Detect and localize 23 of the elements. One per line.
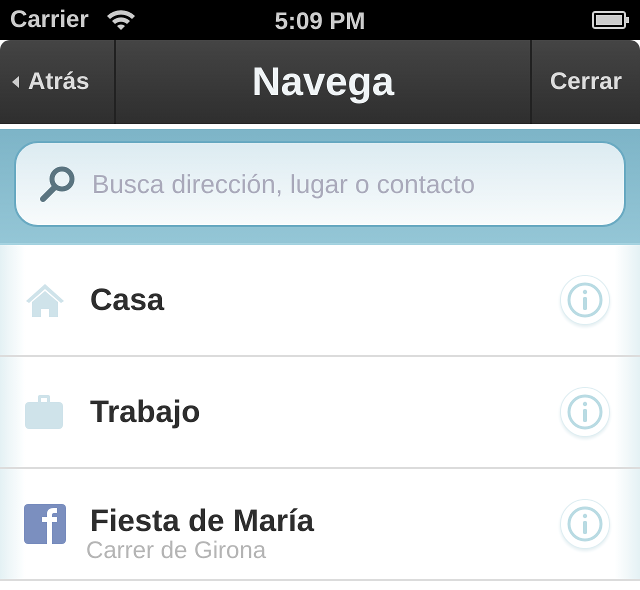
info-icon [566, 505, 604, 543]
place-row[interactable]: Fiesta de María Carrer de Girona [0, 469, 640, 581]
info-button[interactable] [560, 387, 610, 437]
carrier-label: Carrier [10, 5, 89, 35]
place-address: Carrer de Girona [86, 538, 268, 564]
place-title: Trabajo [90, 394, 202, 430]
place-title: Fiesta de María [90, 504, 316, 538]
screen-title: Navega [252, 59, 394, 106]
info-button[interactable] [560, 499, 610, 549]
battery-icon [592, 11, 630, 29]
info-icon [566, 393, 604, 431]
info-icon [566, 281, 604, 319]
social-logo-icon [24, 504, 66, 544]
house-icon [24, 282, 66, 318]
place-row[interactable]: Trabajo [0, 357, 640, 469]
wifi-icon [104, 8, 137, 32]
clock-time: 5:09 PM [274, 7, 366, 37]
place-row[interactable]: Casa [0, 245, 640, 357]
info-button[interactable] [560, 275, 610, 325]
back-arrow-icon [12, 76, 20, 88]
briefcase-icon [24, 394, 64, 430]
search-field[interactable]: Busca dirección, lugar o contacto [14, 141, 626, 227]
place-title: Casa [90, 282, 166, 318]
